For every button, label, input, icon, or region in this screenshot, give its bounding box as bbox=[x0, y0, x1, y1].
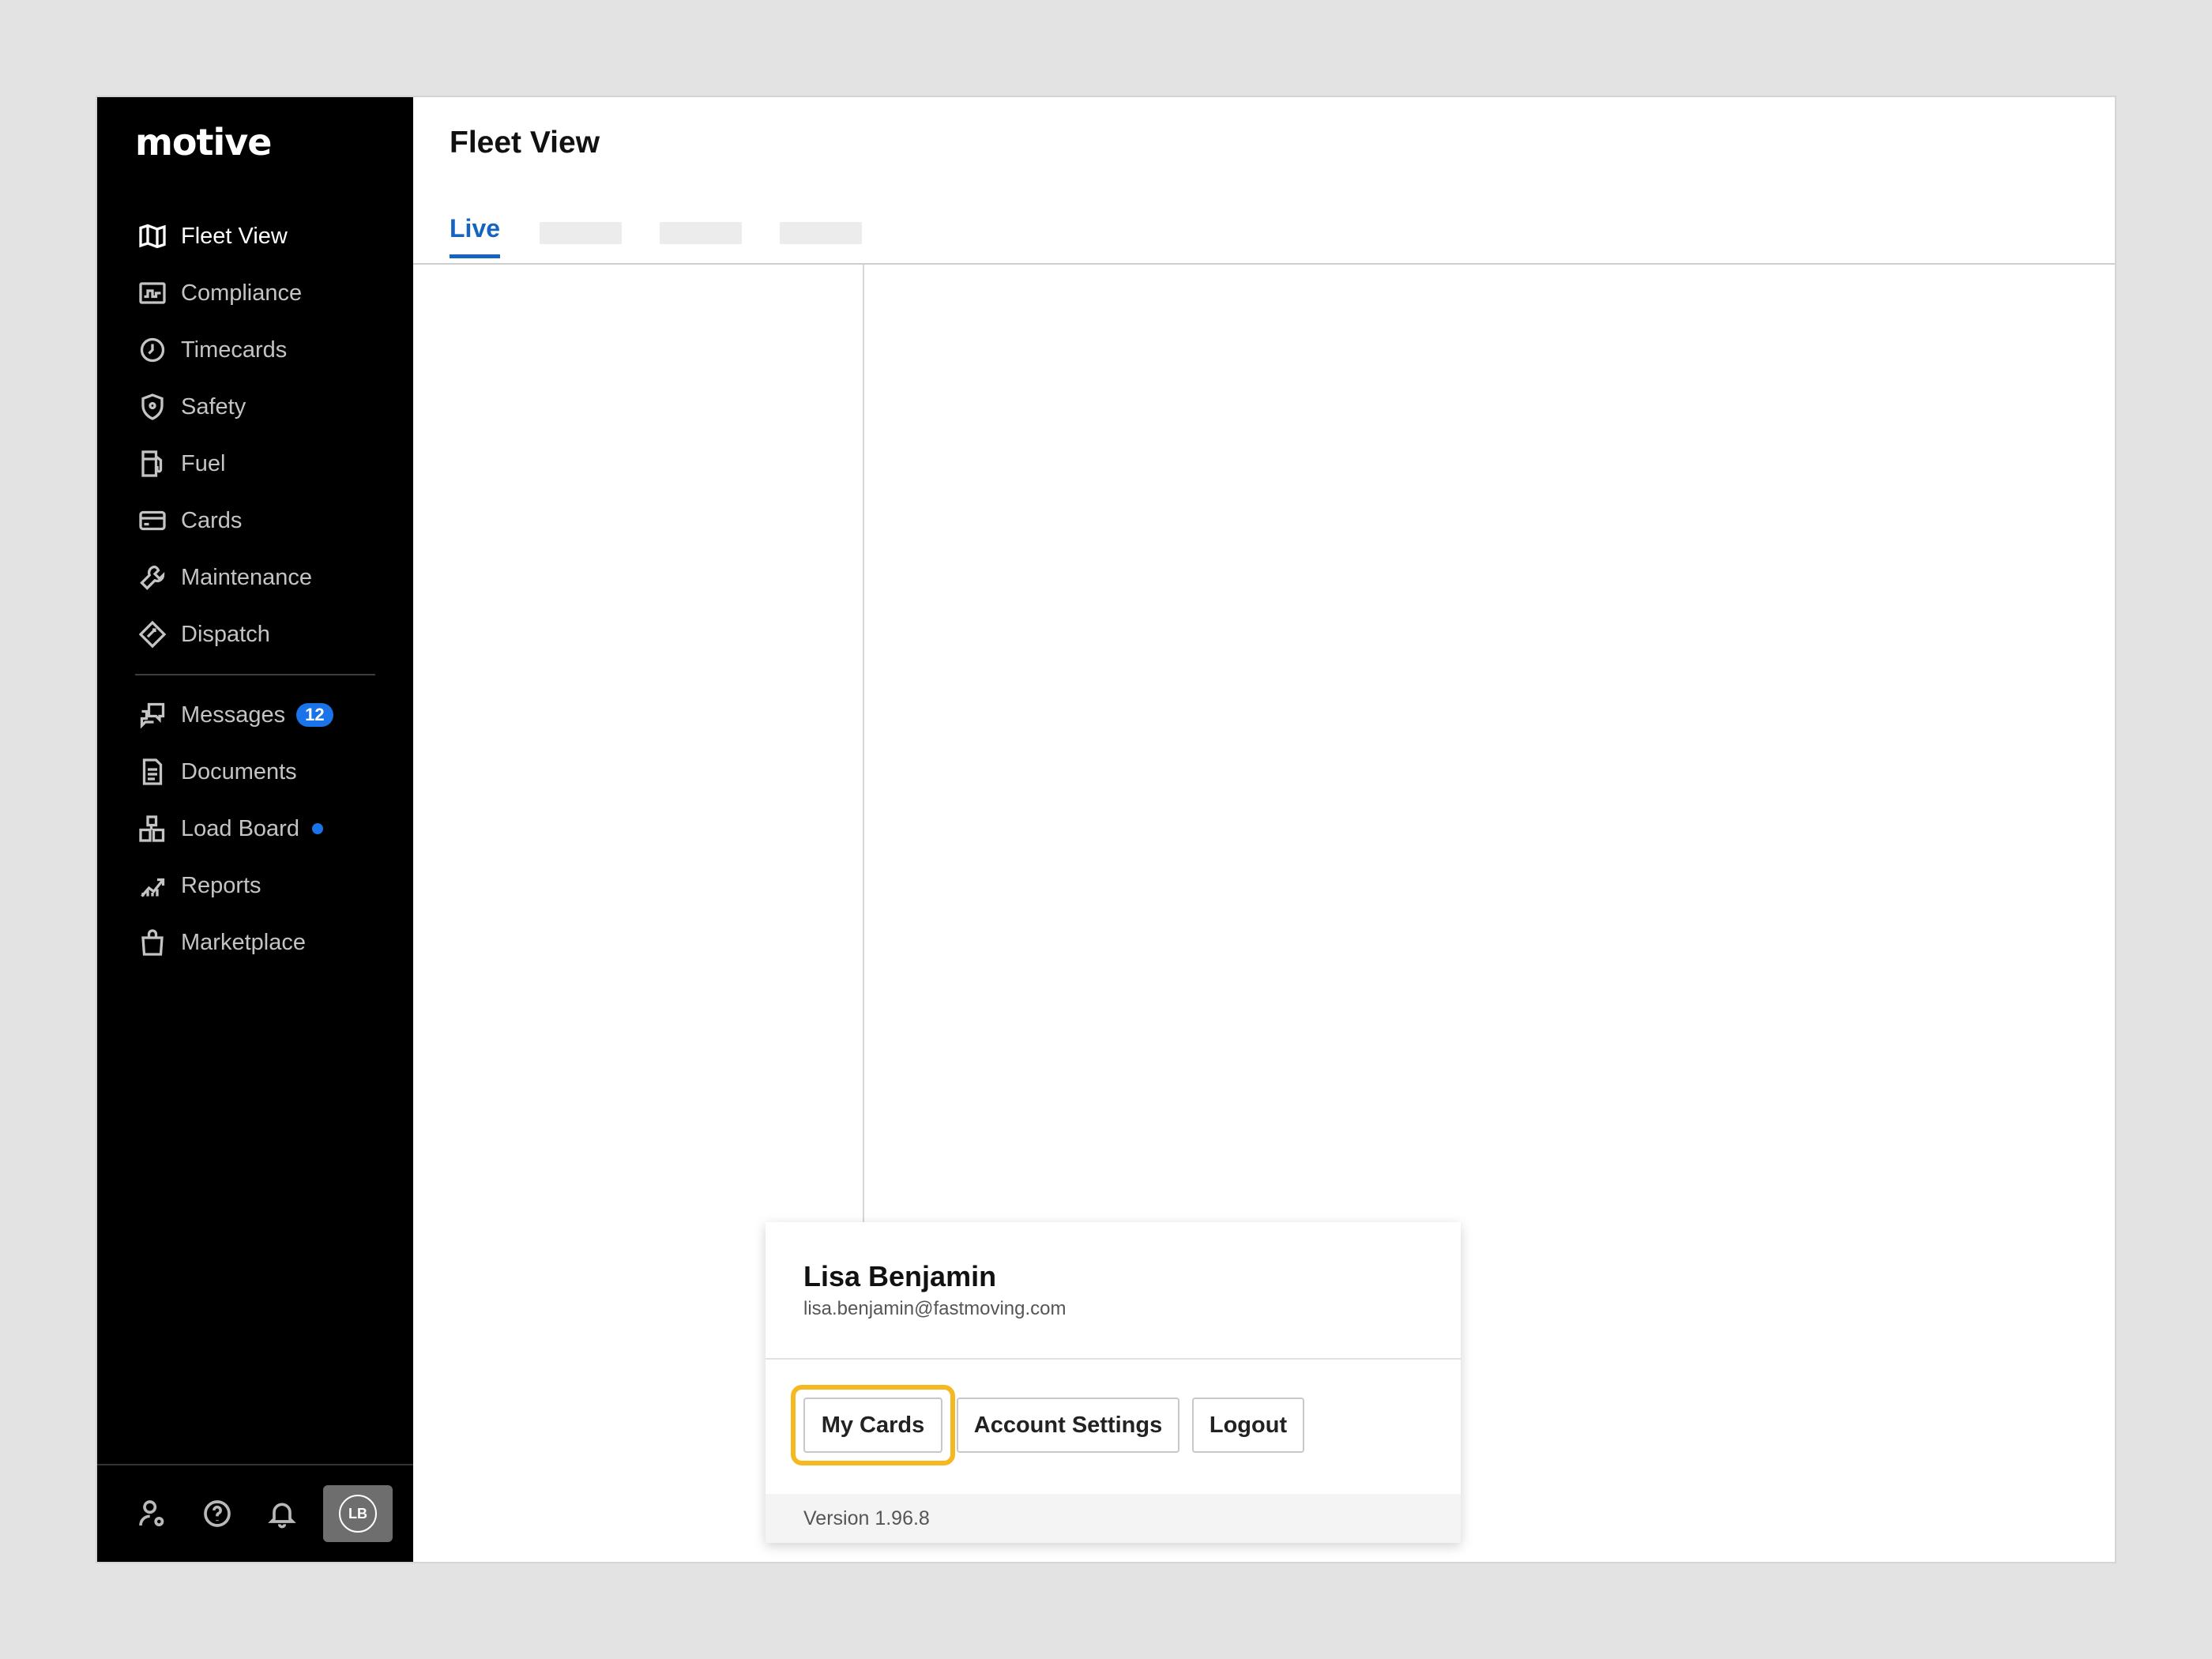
tab-placeholder[interactable] bbox=[540, 222, 623, 244]
help-icon[interactable] bbox=[194, 1490, 241, 1537]
header-divider bbox=[413, 263, 2115, 265]
user-name: Lisa Benjamin bbox=[803, 1260, 997, 1292]
sidebar-item-marketplace[interactable]: Marketplace bbox=[97, 914, 413, 971]
clock-icon bbox=[137, 334, 168, 366]
sidebar: motive Fleet View Compliance Timecards S… bbox=[97, 97, 413, 1562]
sidebar-nav: Fleet View Compliance Timecards Safety F… bbox=[97, 208, 413, 971]
sidebar-item-label: Cards bbox=[181, 507, 243, 533]
load-board-icon bbox=[137, 813, 168, 845]
tab-placeholder[interactable] bbox=[660, 222, 743, 244]
sidebar-item-maintenance[interactable]: Maintenance bbox=[97, 549, 413, 606]
sidebar-item-label: Compliance bbox=[181, 280, 303, 306]
map-icon bbox=[137, 220, 168, 252]
account-settings-button[interactable]: Account Settings bbox=[957, 1398, 1179, 1453]
tab-live[interactable]: Live bbox=[450, 214, 501, 258]
sidebar-item-cards[interactable]: Cards bbox=[97, 492, 413, 549]
shopping-bag-icon bbox=[137, 927, 168, 958]
sidebar-item-label: Dispatch bbox=[181, 621, 270, 647]
bell-icon[interactable] bbox=[258, 1490, 306, 1537]
version-label: Version 1.96.8 bbox=[766, 1494, 1461, 1543]
sidebar-item-reports[interactable]: Reports bbox=[97, 857, 413, 914]
motive-logo[interactable]: motive bbox=[135, 121, 272, 164]
sidebar-item-label: Safety bbox=[181, 393, 246, 419]
tab-placeholder[interactable] bbox=[780, 222, 863, 244]
document-icon bbox=[137, 756, 168, 788]
user-settings-icon[interactable] bbox=[129, 1490, 176, 1537]
popup-divider bbox=[766, 1358, 1461, 1360]
tab-bar: Live bbox=[450, 214, 863, 258]
logout-button[interactable]: Logout bbox=[1192, 1398, 1304, 1453]
column-divider bbox=[863, 265, 864, 1319]
sidebar-item-load-board[interactable]: Load Board bbox=[97, 800, 413, 857]
sidebar-item-label: Reports bbox=[181, 872, 261, 898]
sidebar-item-label: Marketplace bbox=[181, 929, 306, 955]
sidebar-item-label: Load Board bbox=[181, 815, 299, 841]
new-indicator-dot bbox=[311, 823, 323, 834]
page-title: Fleet View bbox=[450, 126, 600, 160]
user-email: lisa.benjamin@fastmoving.com bbox=[803, 1298, 1066, 1319]
fuel-icon bbox=[137, 448, 168, 480]
card-icon bbox=[137, 505, 168, 536]
app-window: motive Fleet View Compliance Timecards S… bbox=[96, 96, 2116, 1563]
sidebar-divider bbox=[135, 674, 375, 675]
wrench-icon bbox=[137, 562, 168, 593]
sidebar-item-label: Fuel bbox=[181, 450, 226, 476]
sidebar-item-label: Messages bbox=[181, 702, 286, 728]
sidebar-item-fleet-view[interactable]: Fleet View bbox=[97, 208, 413, 265]
reports-icon bbox=[137, 870, 168, 901]
sidebar-item-messages[interactable]: Messages 12 bbox=[97, 687, 413, 743]
screenshot-frame: motive Fleet View Compliance Timecards S… bbox=[0, 0, 2212, 1659]
sidebar-item-compliance[interactable]: Compliance bbox=[97, 265, 413, 322]
sidebar-item-fuel[interactable]: Fuel bbox=[97, 435, 413, 492]
compliance-icon bbox=[137, 277, 168, 309]
sidebar-item-label: Fleet View bbox=[181, 223, 288, 249]
messages-icon bbox=[137, 699, 168, 731]
avatar-button[interactable]: LB bbox=[323, 1485, 393, 1542]
sidebar-item-dispatch[interactable]: Dispatch bbox=[97, 606, 413, 663]
sidebar-item-safety[interactable]: Safety bbox=[97, 378, 413, 435]
messages-count-badge: 12 bbox=[296, 703, 333, 727]
sidebar-item-documents[interactable]: Documents bbox=[97, 743, 413, 800]
sidebar-item-label: Documents bbox=[181, 758, 297, 784]
my-cards-button[interactable]: My Cards bbox=[803, 1398, 942, 1453]
dispatch-icon bbox=[137, 619, 168, 650]
sidebar-item-timecards[interactable]: Timecards bbox=[97, 322, 413, 378]
shield-icon bbox=[137, 391, 168, 423]
sidebar-item-label: Maintenance bbox=[181, 564, 313, 590]
sidebar-item-label: Timecards bbox=[181, 337, 288, 363]
avatar: LB bbox=[339, 1495, 377, 1533]
main-content: Fleet View Live Lisa Benjamin lisa.benja… bbox=[413, 97, 2115, 1562]
sidebar-footer: LB bbox=[97, 1464, 413, 1562]
user-menu-popup: Lisa Benjamin lisa.benjamin@fastmoving.c… bbox=[766, 1222, 1461, 1543]
